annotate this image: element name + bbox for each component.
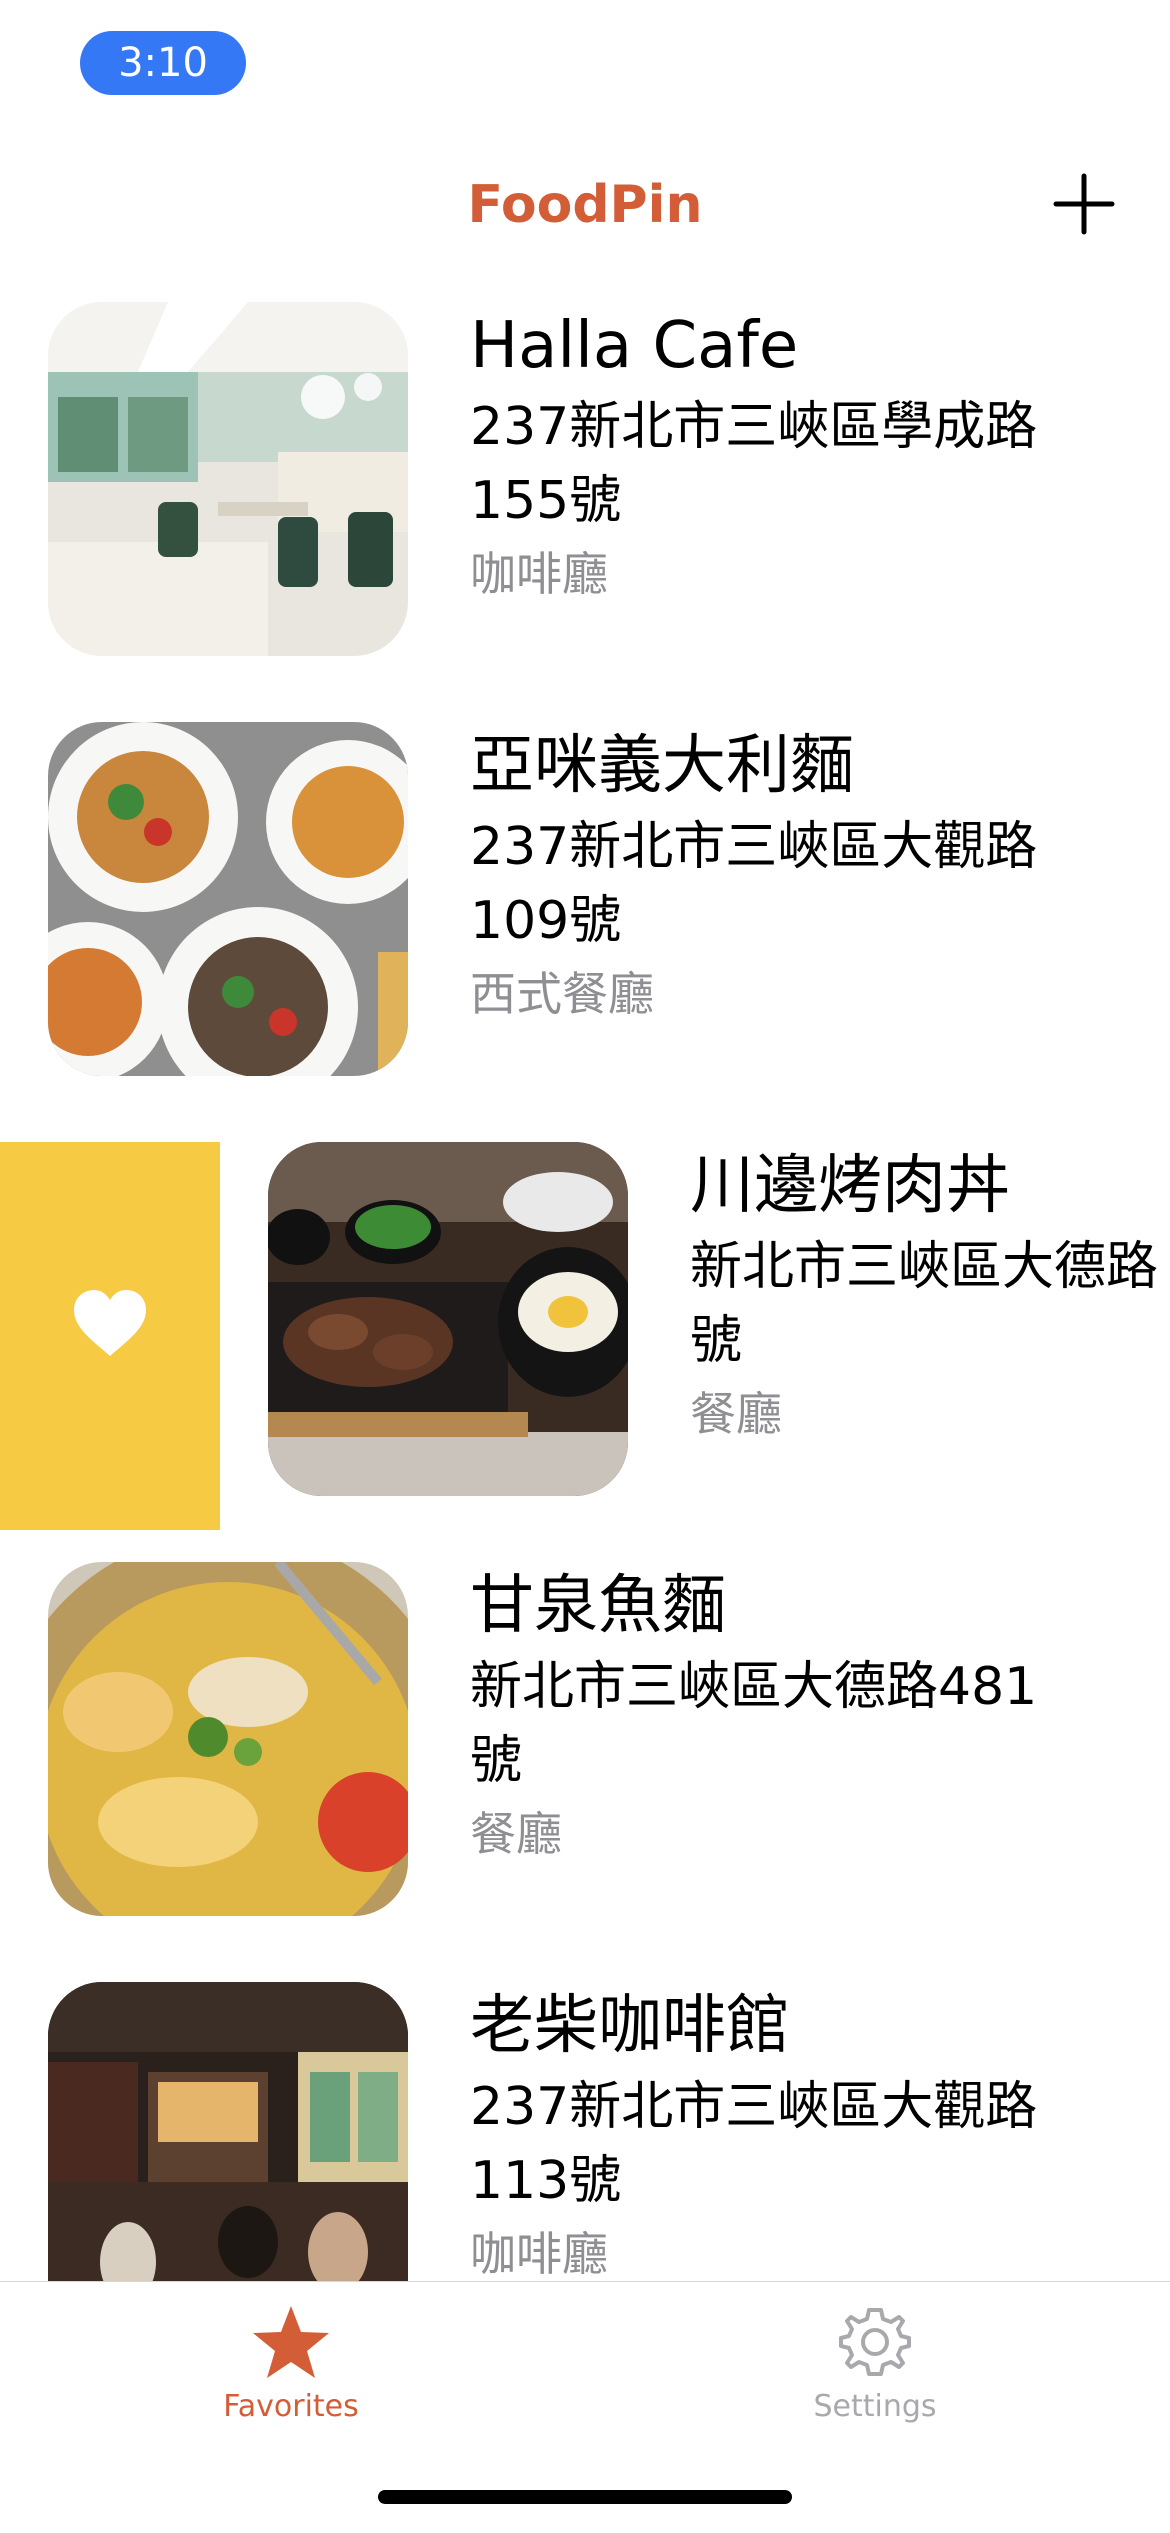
- restaurant-address-line2: 113號: [470, 2151, 622, 2211]
- restaurant-name: 老柴咖啡館: [470, 1989, 790, 2063]
- restaurant-category: 咖啡廳: [470, 2227, 608, 2281]
- restaurant-category: 西式餐廳: [470, 967, 654, 1021]
- restaurant-address-line2: 155號: [470, 471, 622, 531]
- restaurant-address-line2: 號: [690, 1311, 743, 1371]
- restaurant-address: 新北市三峽區大德路: [690, 1237, 1159, 1297]
- restaurant-name: Halla Cafe: [470, 309, 799, 383]
- restaurant-thumbnail: [48, 1562, 408, 1916]
- restaurant-category: 餐廳: [470, 1807, 562, 1861]
- tab-label: Settings: [813, 2389, 937, 2424]
- restaurant-thumbnail: [268, 1142, 628, 1496]
- restaurant-thumbnail: [48, 722, 408, 1076]
- restaurant-address-line2: 號: [470, 1731, 523, 1791]
- restaurant-category: 咖啡廳: [470, 547, 608, 601]
- star-icon: [253, 2306, 329, 2378]
- nav-title: FoodPin: [467, 175, 703, 235]
- restaurant-row[interactable]: 亞咪義大利麵 237新北市三峽區大觀路 109號 西式餐廳: [0, 722, 1170, 1142]
- restaurant-row[interactable]: 甘泉魚麵 新北市三峽區大德路481 號 餐廳: [0, 1562, 1170, 1982]
- restaurant-address: 新北市三峽區大德路481: [470, 1657, 1038, 1717]
- restaurant-address-line2: 109號: [470, 891, 622, 951]
- restaurant-name: 川邊烤肉丼: [690, 1149, 1010, 1223]
- restaurant-address: 237新北市三峽區大觀路: [470, 2077, 1038, 2137]
- restaurant-thumbnail: [48, 302, 408, 656]
- gear-icon: [839, 2308, 911, 2376]
- restaurant-address: 237新北市三峽區大觀路: [470, 817, 1038, 877]
- restaurant-address: 237新北市三峽區學成路: [470, 397, 1038, 457]
- restaurant-name: 亞咪義大利麵: [470, 729, 854, 803]
- restaurant-name: 甘泉魚麵: [470, 1569, 726, 1643]
- favorite-action-button[interactable]: [0, 1142, 220, 1530]
- restaurant-category: 餐廳: [690, 1387, 782, 1441]
- tab-settings[interactable]: Settings: [725, 2304, 1025, 2444]
- tab-label: Favorites: [223, 2389, 359, 2424]
- tab-favorites[interactable]: Favorites: [141, 2304, 441, 2444]
- add-button[interactable]: [1052, 172, 1116, 236]
- home-indicator: [378, 2490, 792, 2504]
- restaurant-row[interactable]: 川邊烤肉丼 新北市三峽區大德路 號 餐廳: [0, 1142, 1170, 1562]
- status-time: 3:10: [80, 31, 246, 95]
- plus-icon: [1053, 173, 1115, 235]
- heart-icon: [74, 1290, 146, 1356]
- restaurant-row[interactable]: Halla Cafe 237新北市三峽區學成路 155號 咖啡廳: [0, 302, 1170, 722]
